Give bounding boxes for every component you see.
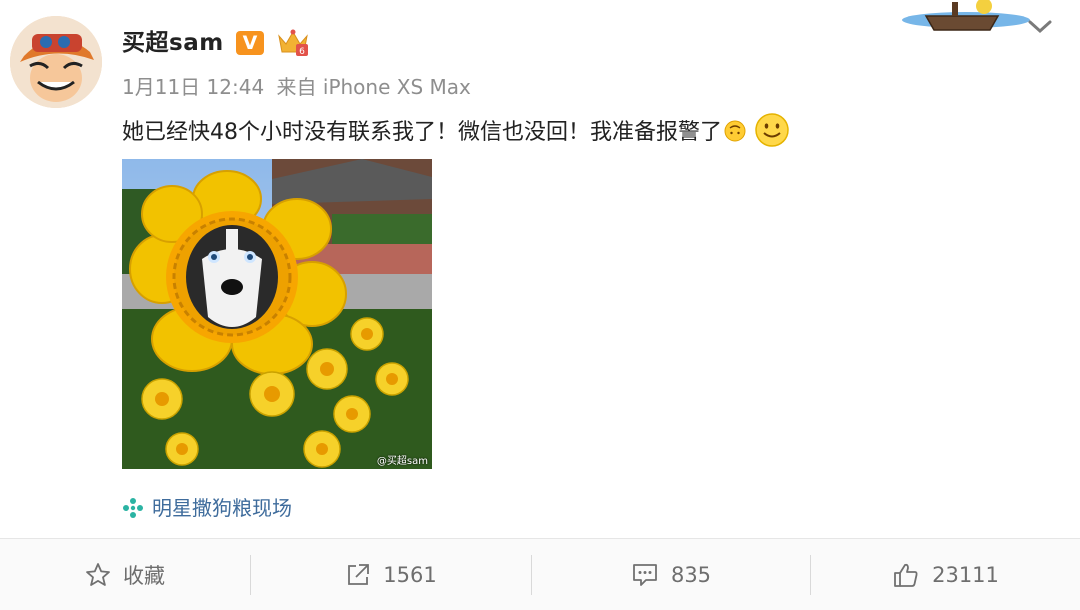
comment-button[interactable]: 835 <box>532 539 810 610</box>
thumbs-up-icon <box>894 563 918 587</box>
post-image[interactable]: @买超sam <box>122 159 432 469</box>
svg-text:6: 6 <box>299 47 305 57</box>
username[interactable]: 买超sam <box>122 28 224 58</box>
post-source: 来自 iPhone XS Max <box>276 75 471 99</box>
crown-badge-icon: 6 <box>276 28 310 58</box>
post-time[interactable]: 1月11日 12:44 <box>122 75 264 99</box>
upside-down-face-emoji <box>724 120 746 142</box>
user-avatar[interactable] <box>10 16 102 108</box>
smile-emoji <box>755 113 789 147</box>
image-watermark: @买超sam <box>376 456 428 467</box>
chevron-down-icon[interactable] <box>1026 18 1054 36</box>
topic-pinwheel-icon <box>123 498 143 518</box>
weibo-post-card: 买超sam V 6 1月11日 12:44 来自 iPhone XS Max 她… <box>0 0 1080 538</box>
like-count: 23111 <box>932 562 999 587</box>
star-icon <box>86 562 110 586</box>
share-icon <box>348 563 370 585</box>
topic-label: 明星撒狗粮现场 <box>152 496 292 520</box>
action-bar: 收藏 1561 835 23111 <box>0 539 1080 610</box>
favorite-label: 收藏 <box>123 563 165 588</box>
verified-v-icon: V <box>236 31 264 55</box>
boat-decoration-icon <box>902 0 1030 31</box>
comment-count: 835 <box>670 562 712 587</box>
favorite-button[interactable]: 收藏 <box>0 539 250 610</box>
comment-icon <box>633 563 657 586</box>
post-body: 她已经快48个小时没有联系我了！微信也没回！我准备报警了 <box>122 120 722 145</box>
post-text: 她已经快48个小时没有联系我了！微信也没回！我准备报警了 <box>122 112 790 149</box>
repost-button[interactable]: 1561 <box>251 539 531 610</box>
topic-link[interactable]: 明星撒狗粮现场 <box>122 494 292 522</box>
post-meta: 1月11日 12:44 来自 iPhone XS Max <box>122 74 471 100</box>
repost-count: 1561 <box>383 562 437 587</box>
like-button[interactable]: 23111 <box>811 539 1080 610</box>
